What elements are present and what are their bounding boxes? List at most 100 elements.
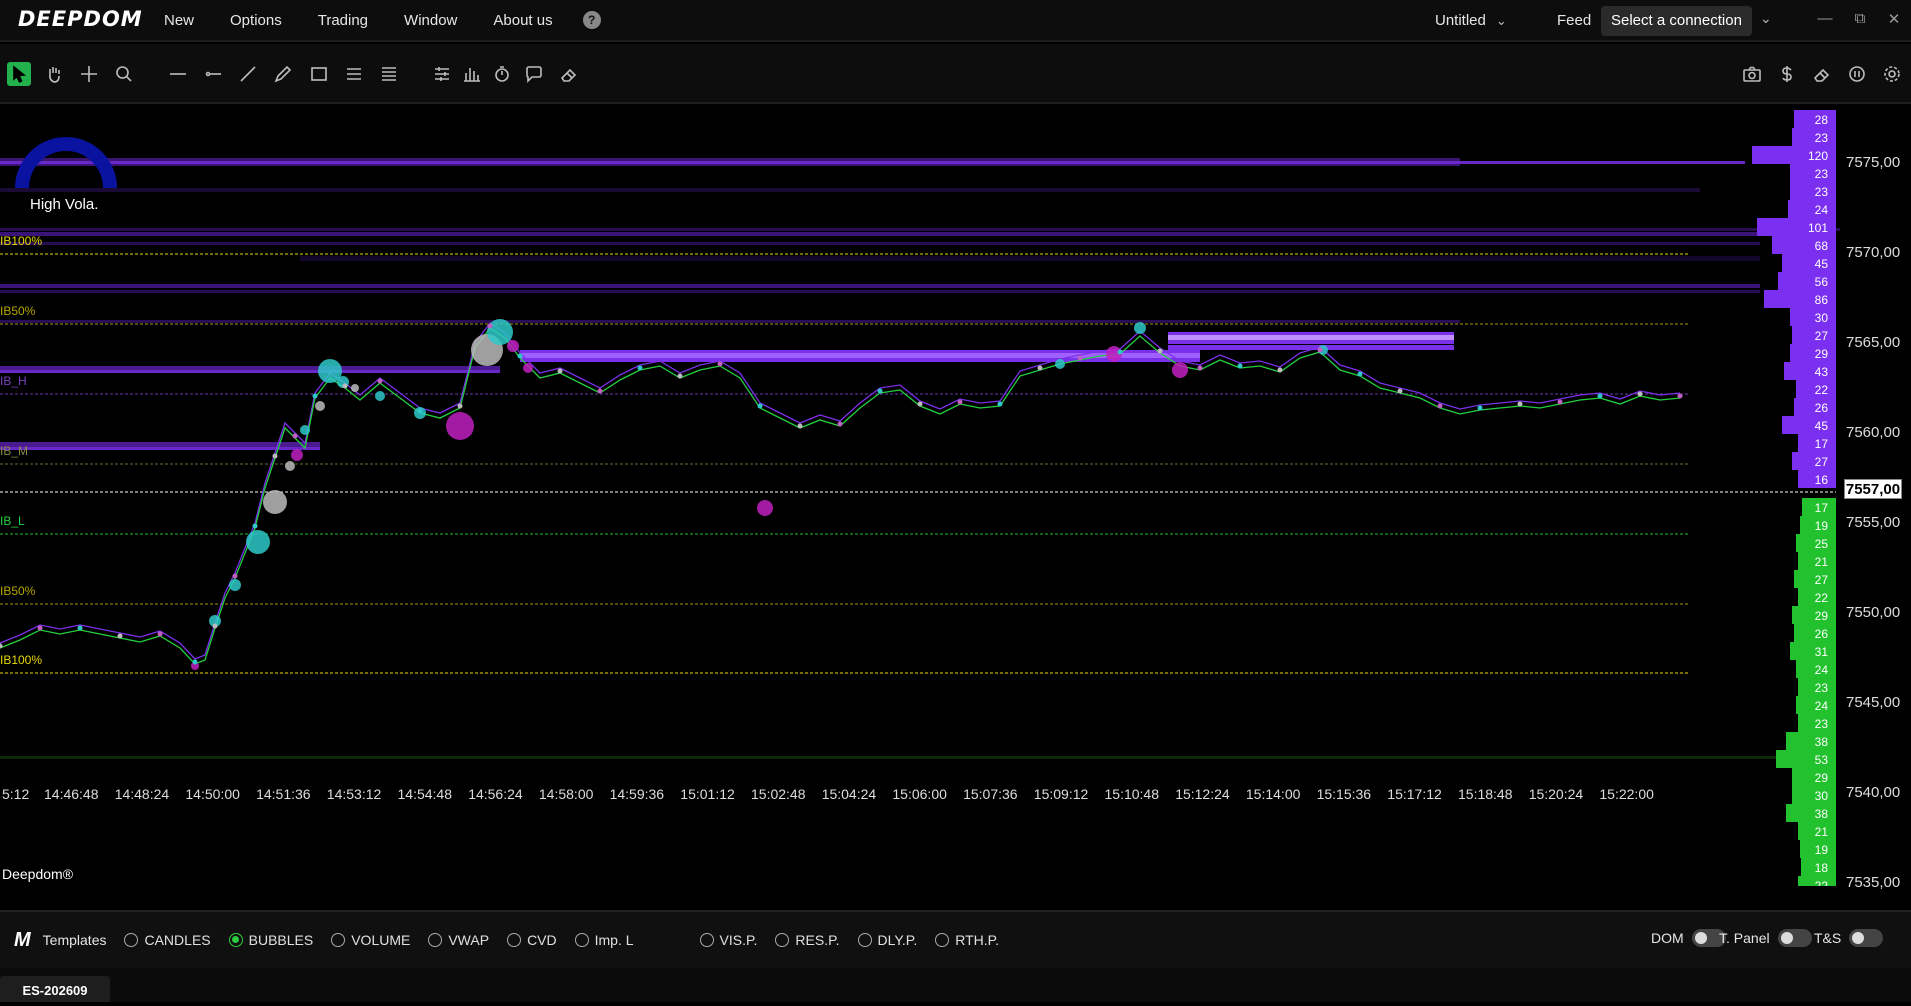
close-icon[interactable]: ✕ [1884, 10, 1904, 28]
ray-icon[interactable] [201, 62, 225, 86]
chevron-down-icon[interactable]: ⌄ [1760, 10, 1772, 27]
radio-button[interactable] [428, 933, 443, 947]
indicator-option[interactable]: CANDLES [124, 932, 211, 948]
trade-dot [232, 573, 238, 579]
indicator-option-label: RTH.P. [955, 932, 1000, 948]
toggle-switch[interactable] [1777, 929, 1812, 947]
lines-icon[interactable] [377, 62, 401, 86]
horizontal-line-icon[interactable] [166, 62, 190, 86]
trade-dot [292, 433, 298, 439]
menu-options[interactable]: Options [230, 12, 282, 29]
trade-dot [377, 378, 383, 384]
ask-volume-label: 30 [1815, 311, 1829, 325]
radio-button[interactable] [507, 933, 522, 947]
ask-volume-label: 43 [1815, 365, 1829, 379]
indicator-option[interactable]: RES.P. [775, 932, 840, 948]
comment-icon[interactable] [522, 62, 546, 86]
settings-icon[interactable] [1880, 62, 1904, 86]
help-icon[interactable]: ? [582, 11, 601, 29]
level-label-ib100-lower: IB100% [0, 653, 43, 667]
indicator-option-label: BUBBLES [248, 932, 314, 948]
pause-icon[interactable] [1845, 62, 1869, 86]
menu-about-us[interactable]: About us [493, 12, 552, 29]
zoom-icon[interactable] [112, 62, 136, 86]
trade-bubble [263, 490, 287, 514]
list-icon[interactable] [342, 62, 366, 86]
pencil-icon[interactable] [271, 62, 295, 86]
restore-icon[interactable]: ⧉ [1850, 10, 1870, 27]
menu-window[interactable]: Window [404, 12, 457, 29]
price-label: 7570,00 [1846, 244, 1901, 261]
time-label: 15:04:24 [821, 786, 877, 802]
ask-volume-label: 45 [1815, 419, 1829, 433]
t-panel-toggle[interactable]: T. Panel [1719, 929, 1812, 947]
bid-volume-label: 27 [1815, 573, 1829, 587]
ask-volume-bar [1790, 308, 1836, 326]
level-label-ib50-upper: IB50% [0, 304, 36, 318]
bid-volume-label: 24 [1815, 699, 1829, 713]
radio-button[interactable] [228, 933, 243, 947]
ts-toggle[interactable]: T&S [1814, 929, 1884, 947]
bid-volume-label: 25 [1815, 537, 1829, 551]
time-label: 15:15:36 [1316, 786, 1372, 802]
workspace-selector[interactable]: Untitled ⌄ [1435, 12, 1507, 29]
trade-dot [252, 523, 258, 529]
templates-label[interactable]: Templates [43, 932, 107, 948]
indicator-option[interactable]: VWAP [428, 932, 489, 948]
menu-trading[interactable]: Trading [318, 12, 368, 29]
indicator-option[interactable]: BUBBLES [228, 932, 314, 948]
time-label: 15:01:12 [680, 786, 735, 802]
trend-line-icon[interactable] [236, 62, 260, 86]
time-label: 14:59:36 [609, 786, 665, 802]
radio-button[interactable] [857, 933, 872, 947]
indicator-option[interactable]: VOLUME [331, 932, 410, 948]
hand-icon[interactable] [42, 62, 66, 86]
dollar-icon[interactable] [1775, 62, 1799, 86]
radio-button[interactable] [699, 933, 714, 947]
radio-button[interactable] [775, 933, 790, 947]
trade-dot [272, 453, 278, 459]
dom-toggle[interactable]: DOM [1651, 929, 1726, 947]
indicator-option[interactable]: CVD [507, 932, 557, 948]
indicator-option-label: VOLUME [351, 932, 411, 948]
trade-bubble [351, 384, 359, 392]
indicator-option[interactable]: DLY.P. [857, 932, 917, 948]
eraser-icon[interactable] [1810, 62, 1834, 86]
trade-bubble [300, 425, 310, 435]
bar-chart-icon[interactable] [460, 62, 484, 86]
instrument-tab[interactable]: ES-202609 [0, 976, 110, 1002]
stopwatch-icon[interactable] [490, 62, 514, 86]
rectangle-icon[interactable] [307, 62, 331, 86]
toggle-label: DOM [1651, 930, 1684, 946]
toggle-switch[interactable] [1849, 929, 1884, 947]
radio-button[interactable] [124, 933, 139, 947]
eraser-icon[interactable] [557, 62, 581, 86]
trade-bubble [1055, 359, 1065, 369]
trade-dot [1197, 365, 1203, 371]
menu-new[interactable]: New [164, 12, 194, 29]
indicator-option[interactable]: VIS.P. [699, 932, 757, 948]
camera-icon[interactable] [1740, 62, 1764, 86]
level-label-ib50-lower: IB50% [0, 584, 36, 598]
level-label-ib100-upper: IB100% [0, 234, 43, 248]
templates-logo-icon[interactable]: M [14, 929, 31, 952]
indicator-option[interactable]: Imp. L [574, 932, 634, 948]
minimize-icon[interactable]: — [1815, 10, 1835, 27]
chart-canvas[interactable]: 28 23 120 23 23 24 101 68 45 56 86 30 27 29 43 22 26 45 17… [0, 106, 1911, 886]
sliders-icon[interactable] [430, 62, 454, 86]
trade-dot [837, 421, 843, 427]
connection-select[interactable]: Select a connection [1601, 6, 1752, 36]
pointer-icon[interactable] [7, 62, 31, 86]
bid-volume-label: 23 [1815, 717, 1829, 731]
indicator-option-label: CVD [527, 932, 557, 948]
trade-bubble [1172, 362, 1188, 378]
crosshair-icon[interactable] [77, 62, 101, 86]
radio-button[interactable] [331, 933, 346, 947]
trade-dot [797, 423, 803, 429]
time-label: 15:17:12 [1387, 786, 1442, 802]
radio-button[interactable] [935, 933, 950, 947]
chart-area[interactable]: 28 23 120 23 23 24 101 68 45 56 86 30 27 29 43 22 26 45 17… [0, 106, 1911, 891]
time-label: 14:48:24 [114, 786, 170, 802]
indicator-option[interactable]: RTH.P. [935, 932, 999, 948]
radio-button[interactable] [574, 933, 589, 947]
